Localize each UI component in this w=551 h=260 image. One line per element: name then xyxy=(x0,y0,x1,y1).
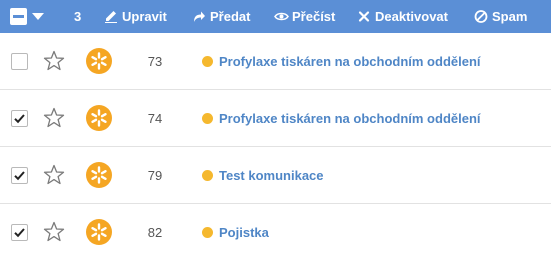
chevron-down-icon[interactable] xyxy=(31,10,45,22)
forward-arrow-icon xyxy=(194,11,205,22)
ticket-id: 74 xyxy=(147,111,163,126)
edit-button[interactable]: Upravit xyxy=(104,9,167,24)
star-icon[interactable] xyxy=(43,107,65,129)
forward-button[interactable]: Předat xyxy=(192,9,250,24)
row-checkbox[interactable] xyxy=(11,110,28,127)
ticket-row[interactable]: 74 Profylaxe tiskáren na obchodním odděl… xyxy=(0,90,551,147)
avatar xyxy=(86,162,112,188)
avatar xyxy=(86,219,112,245)
close-icon xyxy=(358,11,370,22)
eye-icon xyxy=(274,12,289,21)
row-checkbox[interactable] xyxy=(11,167,28,184)
star-icon[interactable] xyxy=(43,50,65,72)
mark-read-button[interactable]: Přečíst xyxy=(274,9,335,24)
ticket-id: 79 xyxy=(147,168,163,183)
ticket-id: 82 xyxy=(147,225,163,240)
checkmark-icon xyxy=(14,114,25,124)
star-icon[interactable] xyxy=(43,164,65,186)
selected-count: 3 xyxy=(74,9,82,24)
ticket-subject-link[interactable]: Profylaxe tiskáren na obchodním oddělení xyxy=(219,111,481,126)
ticket-row[interactable]: 79 Test komunikace xyxy=(0,147,551,204)
bulk-action-toolbar: 3 Upravit Předat Přečíst Deaktivovat Spa… xyxy=(0,0,551,33)
avatar xyxy=(86,105,112,131)
status-dot xyxy=(202,113,213,124)
ticket-subject-link[interactable]: Profylaxe tiskáren na obchodním oddělení xyxy=(219,54,481,69)
status-dot xyxy=(202,227,213,238)
status-dot xyxy=(202,56,213,67)
status-dot xyxy=(202,170,213,181)
checkmark-icon xyxy=(14,228,25,238)
row-checkbox[interactable] xyxy=(11,53,28,70)
pencil-icon xyxy=(105,11,117,23)
ticket-subject-link[interactable]: Pojistka xyxy=(219,225,269,240)
ticket-id: 73 xyxy=(147,54,163,69)
star-icon[interactable] xyxy=(43,221,65,243)
checkmark-icon xyxy=(14,171,25,181)
ticket-row[interactable]: 73 Profylaxe tiskáren na obchodním odděl… xyxy=(0,33,551,90)
deactivate-button[interactable]: Deaktivovat xyxy=(357,9,448,24)
row-checkbox[interactable] xyxy=(11,224,28,241)
indeterminate-dash-icon xyxy=(13,15,24,18)
ticket-row[interactable]: 82 Pojistka xyxy=(0,204,551,260)
block-icon xyxy=(474,10,488,23)
spam-button[interactable]: Spam xyxy=(474,9,527,24)
ticket-subject-link[interactable]: Test komunikace xyxy=(219,168,324,183)
avatar xyxy=(86,48,112,74)
select-all-checkbox[interactable] xyxy=(10,8,27,25)
